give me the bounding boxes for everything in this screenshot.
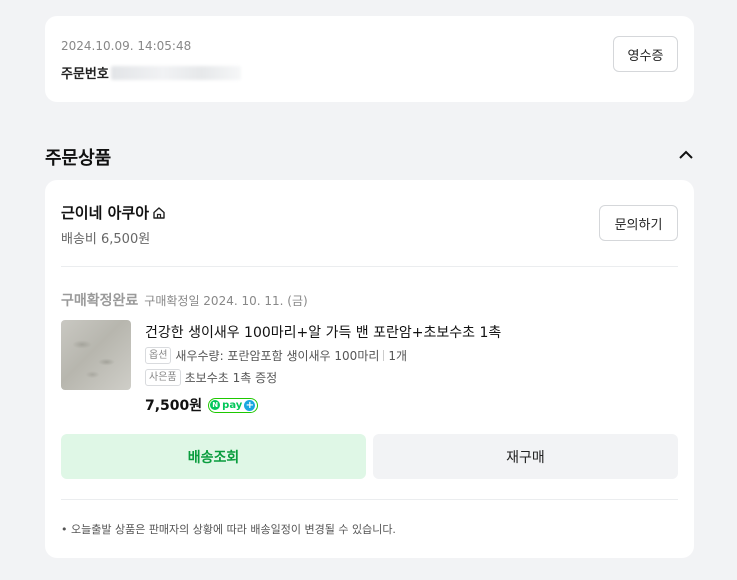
inquiry-button[interactable]: 문의하기: [599, 205, 678, 241]
option-tag: 옵션: [145, 347, 172, 364]
quantity: 1개: [388, 349, 408, 363]
order-info-card: 2024.10.09. 14:05:48 주문번호 영수증: [45, 16, 694, 102]
quantity-separator: [383, 350, 385, 361]
option-row: 옵션 새우수량: 포란암포함 생이새우 100마리 1개: [145, 347, 407, 364]
gift-row: 사은품 초보수초 1촉 증정: [145, 369, 277, 386]
product-card: 근이네 아쿠아 배송비 6,500원 문의하기 구매확정완료 구매확정일 202…: [45, 180, 694, 558]
npay-plus-badge: N pay +: [208, 397, 259, 413]
price: 7,500원: [145, 398, 203, 414]
shipping-fee: 배송비 6,500원: [61, 232, 151, 247]
order-datetime: 2024.10.09. 14:05:48: [61, 39, 192, 53]
npay-n-icon: N: [210, 400, 221, 410]
store-name[interactable]: 근이네 아쿠아: [61, 202, 149, 223]
gift-tag: 사은품: [145, 369, 181, 386]
order-number-masked: [110, 65, 241, 80]
plus-icon: +: [244, 399, 256, 411]
home-icon: [153, 206, 165, 219]
section-title: 주문상품: [45, 148, 112, 169]
divider: [61, 266, 678, 267]
product-thumbnail[interactable]: [61, 320, 131, 390]
store-name-row[interactable]: 근이네 아쿠아: [61, 202, 166, 223]
purchase-confirm-date: 구매확정일 2024. 10. 11. (금): [144, 294, 308, 308]
product-title[interactable]: 건강한 생이새우 100마리+알 가득 밴 포란암+초보수초 1촉: [145, 322, 501, 342]
divider: [61, 499, 678, 500]
price-row: 7,500원 N pay +: [145, 395, 259, 415]
receipt-button[interactable]: 영수증: [613, 36, 678, 72]
gift-text: 초보수초 1촉 증정: [184, 371, 278, 385]
shipping-notice: • 오늘출발 상품은 판매자의 상황에 따라 배송일정이 변경될 수 있습니다.: [61, 523, 396, 536]
order-number-label: 주문번호: [61, 67, 109, 82]
option-text: 새우수량: 포란암포함 생이새우 100마리: [175, 349, 380, 363]
npay-label: pay: [222, 399, 243, 411]
chevron-up-icon[interactable]: [676, 146, 696, 164]
rebuy-button[interactable]: 재구매: [373, 434, 678, 479]
purchase-status-row: 구매확정완료 구매확정일 2024. 10. 11. (금): [61, 290, 308, 310]
track-delivery-button[interactable]: 배송조회: [61, 434, 366, 479]
order-number-row: 주문번호: [61, 63, 241, 82]
purchase-status: 구매확정완료: [61, 293, 139, 309]
